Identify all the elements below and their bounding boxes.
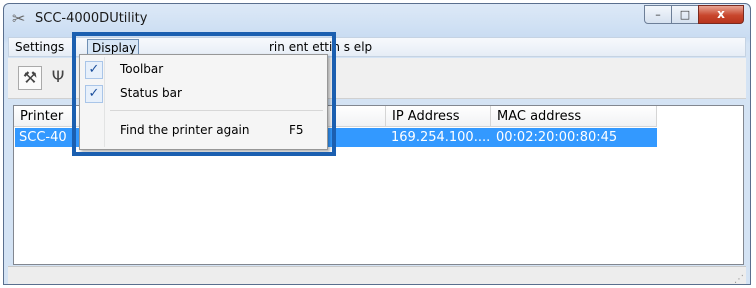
- minimize-icon: –: [655, 8, 661, 21]
- column-header-ip[interactable]: IP Address: [386, 106, 491, 127]
- display-menu-dropdown: ✓ Toolbar ✓ Status bar Find the printer …: [79, 54, 328, 150]
- close-icon: x: [717, 7, 725, 21]
- menu-item-label: Find the printer again: [120, 123, 250, 137]
- menu-item-shortcut: F5: [289, 123, 304, 137]
- menu-item-toolbar[interactable]: ✓ Toolbar: [82, 58, 325, 82]
- menu-item-status-bar[interactable]: ✓ Status bar: [82, 82, 325, 106]
- maximize-button[interactable]: □: [671, 5, 699, 24]
- menu-obscured-items[interactable]: rin ent ettin s elp: [269, 40, 372, 54]
- menu-separator: [110, 110, 323, 111]
- menu-item-label: Status bar: [120, 86, 182, 100]
- status-bar: ⋰: [8, 266, 746, 284]
- settings-tool-icon[interactable]: ⚒: [18, 66, 42, 90]
- column-header-mac[interactable]: MAC address: [491, 106, 657, 127]
- check-icon: ✓: [85, 61, 103, 79]
- close-button[interactable]: x: [698, 5, 744, 24]
- app-icon: ✂: [12, 9, 26, 28]
- cell-mac: 00:02:20:00:80:45: [496, 130, 618, 145]
- check-icon: ✓: [85, 85, 103, 103]
- menu-item-label: Toolbar: [120, 62, 164, 76]
- menu-item-find-printer[interactable]: Find the printer again F5: [82, 119, 325, 143]
- menu-settings[interactable]: Settings: [15, 40, 64, 54]
- cell-printer: SCC-40: [19, 130, 67, 145]
- minimize-button[interactable]: –: [644, 5, 672, 24]
- title-bar[interactable]: ✂ SCC-4000DUtility – □ x: [4, 4, 750, 34]
- maximize-icon: □: [679, 8, 691, 21]
- antenna-icon[interactable]: Ψ: [46, 66, 70, 90]
- resize-grip-icon[interactable]: ⋰: [734, 274, 744, 284]
- menu-display-label: Display: [92, 41, 137, 55]
- window-title: SCC-4000DUtility: [35, 11, 148, 26]
- cell-ip: 169.254.100....: [391, 130, 491, 145]
